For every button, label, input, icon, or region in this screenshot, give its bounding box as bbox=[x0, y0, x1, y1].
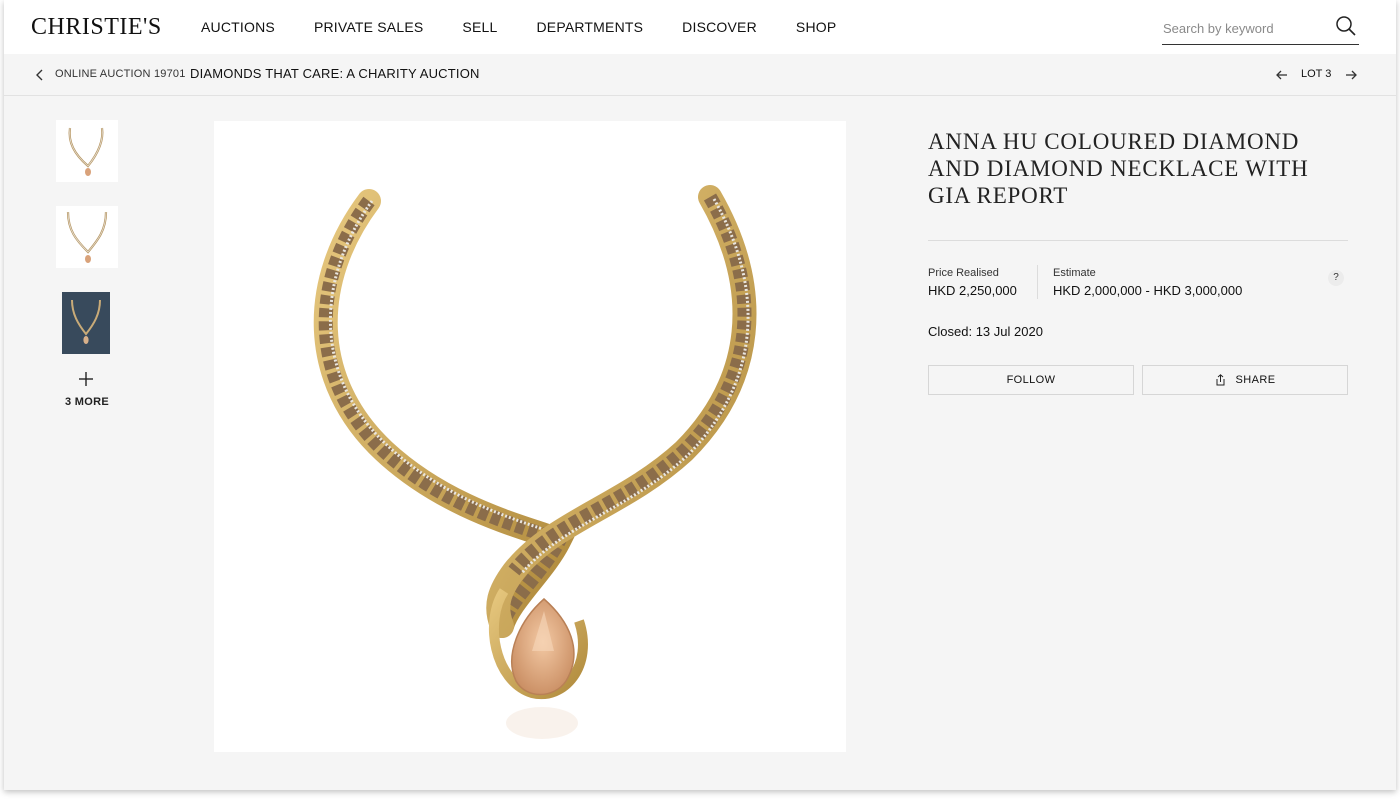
necklace-image bbox=[313, 185, 757, 739]
auction-number-link[interactable]: ONLINE AUCTION 19701 bbox=[55, 68, 186, 80]
nav-sell[interactable]: SELL bbox=[462, 19, 497, 35]
arrow-right-icon[interactable] bbox=[1344, 68, 1358, 82]
nav-departments[interactable]: DEPARTMENTS bbox=[536, 19, 643, 35]
share-button[interactable]: SHARE bbox=[1142, 365, 1348, 395]
thumbnail-2[interactable] bbox=[56, 206, 118, 268]
price-realised-value: HKD 2,250,000 bbox=[928, 283, 1017, 298]
search-input[interactable] bbox=[1163, 17, 1323, 39]
price-realised-label: Price Realised bbox=[928, 267, 999, 279]
help-icon[interactable]: ? bbox=[1328, 270, 1344, 286]
follow-button[interactable]: FOLLOW bbox=[928, 365, 1134, 395]
lot-title: ANNA HU COLOURED DIAMOND AND DIAMOND NEC… bbox=[928, 129, 1309, 208]
divider bbox=[928, 240, 1348, 241]
necklace-thumbnail-image bbox=[66, 211, 108, 263]
nav-private-sales[interactable]: PRIVATE SALES bbox=[314, 19, 423, 35]
thumbnail-3[interactable] bbox=[62, 292, 110, 354]
necklace-thumbnail-image bbox=[68, 127, 104, 176]
main-lot-image[interactable] bbox=[214, 121, 846, 752]
closed-label: Closed: bbox=[928, 324, 973, 339]
follow-button-label: FOLLOW bbox=[1006, 374, 1056, 386]
search-icon[interactable] bbox=[1335, 15, 1357, 37]
divider bbox=[1037, 265, 1038, 299]
closed-date: Closed: 13 Jul 2020 bbox=[928, 324, 1043, 339]
site-header: CHRISTIE'S AUCTIONS PRIVATE SALES SELL D… bbox=[4, 0, 1396, 54]
page-frame: CHRISTIE'S AUCTIONS PRIVATE SALES SELL D… bbox=[4, 0, 1396, 790]
auction-title-link[interactable]: DIAMONDS THAT CARE: A CHARITY AUCTION bbox=[190, 66, 480, 81]
plus-icon[interactable] bbox=[77, 370, 95, 388]
estimate-label: Estimate bbox=[1053, 267, 1096, 279]
nav-auctions[interactable]: AUCTIONS bbox=[201, 19, 275, 35]
necklace-thumbnail-image bbox=[71, 299, 101, 344]
share-icon bbox=[1216, 374, 1225, 386]
closed-date-value: 13 Jul 2020 bbox=[975, 324, 1043, 339]
estimate-value: HKD 2,000,000 - HKD 3,000,000 bbox=[1053, 283, 1243, 298]
nav-discover[interactable]: DISCOVER bbox=[682, 19, 757, 35]
more-images-link[interactable]: 3 MORE bbox=[65, 396, 109, 408]
nav-shop[interactable]: SHOP bbox=[796, 19, 836, 35]
share-button-label: SHARE bbox=[1235, 374, 1276, 386]
thumbnail-1[interactable] bbox=[56, 120, 118, 182]
search-box bbox=[1162, 12, 1359, 45]
arrow-left-icon[interactable] bbox=[1275, 68, 1289, 82]
main-nav: AUCTIONS PRIVATE SALES SELL DEPARTMENTS … bbox=[201, 19, 875, 35]
lot-number: LOT 3 bbox=[1301, 68, 1332, 80]
logo[interactable]: CHRISTIE'S bbox=[31, 14, 162, 41]
breadcrumb: ONLINE AUCTION 19701 DIAMONDS THAT CARE:… bbox=[4, 54, 1396, 96]
chevron-left-icon[interactable] bbox=[33, 68, 47, 82]
